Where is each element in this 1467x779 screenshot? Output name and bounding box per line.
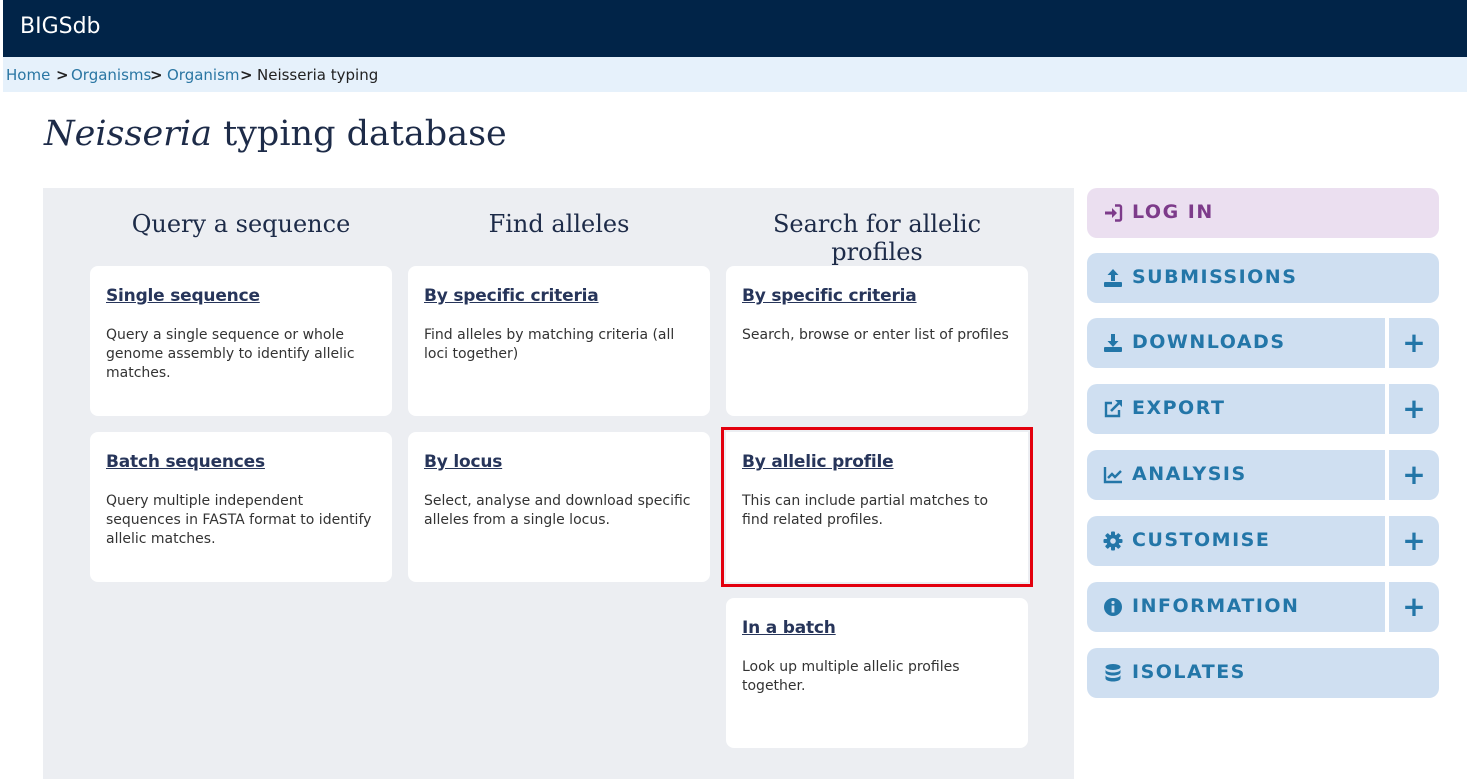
customise-label: CUSTOMISE (1132, 529, 1271, 551)
cog-icon (1103, 531, 1123, 551)
information-button[interactable]: INFORMATION + (1087, 582, 1439, 632)
top-bar: BIGSdb (3, 0, 1467, 57)
batch-sequences-link[interactable]: Batch sequences (106, 452, 265, 472)
chart-line-icon (1103, 467, 1122, 484)
card-by-locus[interactable]: By locus Select, analyse and download sp… (408, 432, 710, 582)
card-description: Query a single sequence or whole genome … (106, 327, 355, 381)
by-allelic-profile-link[interactable]: By allelic profile (742, 452, 894, 472)
analysis-label: ANALYSIS (1132, 463, 1247, 485)
breadcrumb-organism-link[interactable]: Organism (167, 66, 240, 84)
customise-expand-button[interactable]: + (1385, 516, 1439, 566)
card-batch-sequences[interactable]: Batch sequences Query multiple independe… (90, 432, 392, 582)
export-expand-button[interactable]: + (1385, 384, 1439, 434)
breadcrumb-home-link[interactable]: Home (6, 66, 50, 84)
card-alleles-by-criteria[interactable]: By specific criteria Find alleles by mat… (408, 266, 710, 416)
card-profiles-by-criteria[interactable]: By specific criteria Search, browse or e… (726, 266, 1028, 416)
breadcrumb-separator: > (56, 66, 69, 84)
export-button[interactable]: EXPORT + (1087, 384, 1439, 434)
card-description: Select, analyse and download specific al… (424, 493, 691, 528)
breadcrumb-separator: > (240, 66, 253, 84)
isolates-button[interactable]: ISOLATES (1087, 648, 1439, 698)
database-icon (1105, 664, 1121, 682)
sign-in-icon (1105, 204, 1123, 222)
information-label: INFORMATION (1132, 595, 1300, 617)
external-link-icon (1104, 400, 1122, 418)
breadcrumb-separator: > (150, 66, 163, 84)
alleles-by-criteria-link[interactable]: By specific criteria (424, 286, 599, 306)
column-heading-query-sequence: Query a sequence (131, 210, 351, 238)
information-expand-button[interactable]: + (1385, 582, 1439, 632)
submissions-button[interactable]: SUBMISSIONS (1087, 253, 1439, 303)
customise-button[interactable]: CUSTOMISE + (1087, 516, 1439, 566)
download-icon (1104, 334, 1122, 352)
in-a-batch-link[interactable]: In a batch (742, 618, 836, 638)
breadcrumb-current: Neisseria typing (257, 66, 379, 84)
card-description: Query multiple independent sequences in … (106, 493, 372, 547)
card-single-sequence[interactable]: Single sequence Query a single sequence … (90, 266, 392, 416)
card-in-a-batch[interactable]: In a batch Look up multiple allelic prof… (726, 598, 1028, 748)
info-circle-icon (1104, 598, 1122, 616)
page-title-genus: Neisseria (44, 114, 212, 154)
page-title-rest: typing database (211, 114, 507, 154)
column-heading-find-alleles: Find alleles (488, 210, 630, 238)
card-description: Search, browse or enter list of profiles (742, 327, 1009, 343)
login-button[interactable]: LOG IN (1087, 188, 1439, 238)
export-label: EXPORT (1132, 397, 1226, 419)
upload-icon (1104, 269, 1122, 287)
single-sequence-link[interactable]: Single sequence (106, 286, 260, 306)
card-description: Look up multiple allelic profiles togeth… (742, 659, 960, 694)
isolates-label: ISOLATES (1132, 661, 1246, 683)
login-label: LOG IN (1132, 201, 1214, 223)
analysis-button[interactable]: ANALYSIS + (1087, 450, 1439, 500)
page-title: Neisseria typing database (44, 114, 507, 154)
card-description: This can include partial matches to find… (742, 493, 989, 528)
card-by-allelic-profile[interactable]: By allelic profile This can include part… (721, 427, 1033, 587)
submissions-label: SUBMISSIONS (1132, 266, 1298, 288)
breadcrumb-organisms-link[interactable]: Organisms (71, 66, 151, 84)
downloads-expand-button[interactable]: + (1385, 318, 1439, 368)
column-heading-allelic-profiles: Search for allelic profiles (772, 210, 982, 266)
analysis-expand-button[interactable]: + (1385, 450, 1439, 500)
profiles-by-criteria-link[interactable]: By specific criteria (742, 286, 917, 306)
downloads-button[interactable]: DOWNLOADS + (1087, 318, 1439, 368)
site-brand[interactable]: BIGSdb (20, 14, 101, 39)
downloads-label: DOWNLOADS (1132, 331, 1286, 353)
by-locus-link[interactable]: By locus (424, 452, 502, 472)
card-description: Find alleles by matching criteria (all l… (424, 327, 675, 362)
breadcrumb: Home > Organisms > Organism > Neisseria … (3, 57, 1467, 92)
